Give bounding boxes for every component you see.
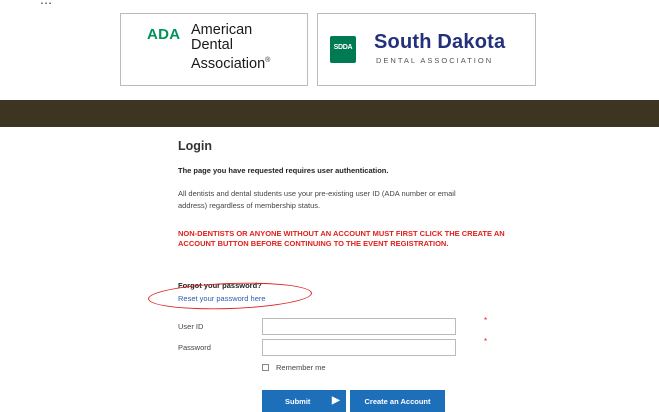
user-id-input[interactable] xyxy=(262,318,456,335)
create-account-button[interactable]: Create an Account xyxy=(350,390,445,412)
sdda-subtitle: DENTAL ASSOCIATION xyxy=(376,56,494,65)
submit-button-label: Submit xyxy=(285,397,311,406)
arrow-right-icon: ▶ xyxy=(332,395,340,406)
password-required-marker: * xyxy=(484,337,488,346)
header-band xyxy=(0,100,659,127)
sdda-logo: SDDA South Dakota DENTAL ASSOCIATION xyxy=(317,13,536,86)
ada-logo-line-1: American xyxy=(191,22,253,38)
password-label: Password xyxy=(178,343,211,352)
password-input[interactable] xyxy=(262,339,456,356)
sdda-badge-icon: SDDA xyxy=(330,36,356,63)
create-account-button-label: Create an Account xyxy=(364,397,431,406)
ada-logo-mark: ADA xyxy=(147,26,181,43)
user-id-required-marker: * xyxy=(484,316,488,325)
auth-required-message: The page you have requested requires use… xyxy=(178,166,389,175)
remember-me-label[interactable]: Remember me xyxy=(276,363,326,372)
sdda-title: South Dakota xyxy=(374,31,506,53)
sdda-badge-text: SDDA xyxy=(333,44,353,51)
ada-logo-line-2: Dental xyxy=(191,37,233,53)
user-id-info-message: All dentists and dental students use you… xyxy=(178,189,456,210)
user-id-label: User ID xyxy=(178,322,204,331)
non-dentist-warning: NON-DENTISTS OR ANYONE WITHOUT AN ACCOUN… xyxy=(178,229,505,248)
cropped-header-text: ... xyxy=(40,0,52,7)
ada-logo: ADA American Dental Association® xyxy=(120,13,308,86)
submit-button[interactable]: Submit ▶ xyxy=(262,390,346,412)
ada-logo-line-3: Association® xyxy=(191,55,271,72)
forgot-password-label: Forgot your password? xyxy=(178,281,262,290)
reset-password-link[interactable]: Reset your password here xyxy=(178,294,266,303)
registered-mark: ® xyxy=(265,57,271,64)
remember-me-checkbox[interactable] xyxy=(262,364,269,371)
page-title: Login xyxy=(178,139,213,153)
ada-logo-name: American Dental Association® xyxy=(191,23,270,72)
